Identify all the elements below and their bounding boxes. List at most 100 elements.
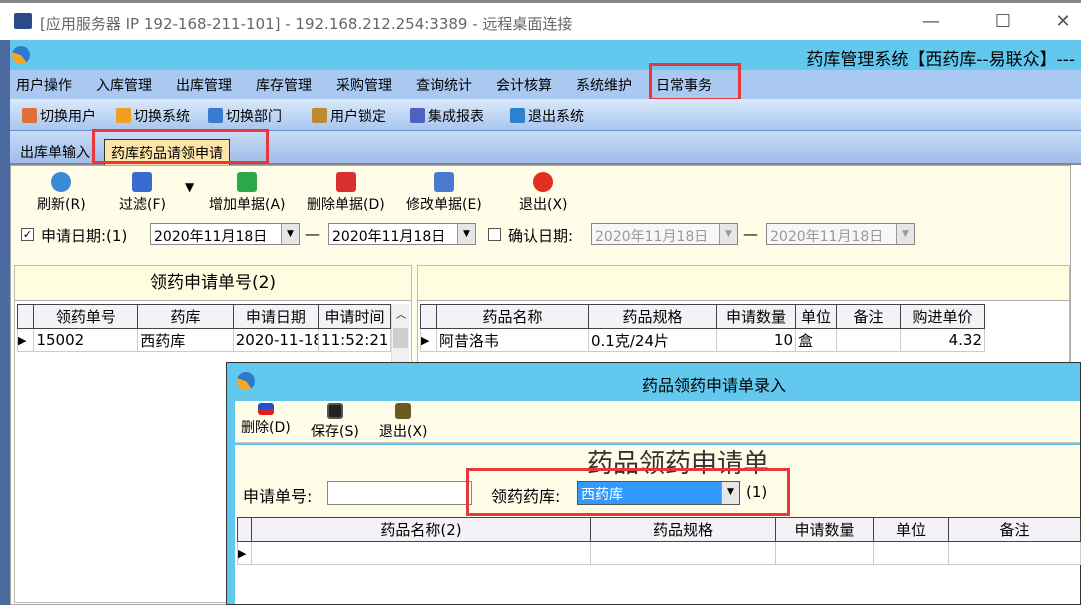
rdp-window-title: [应用服务器 IP 192-168-211-101] - 192.168.212… [40, 15, 573, 33]
column-header[interactable]: 申请数量 [775, 517, 874, 542]
refresh-icon [51, 172, 72, 192]
exit-icon [533, 172, 554, 192]
report-button[interactable]: 集成报表 [410, 106, 484, 126]
date-filter-row: ✓ 申请日期:(1) 2020年11月18日 ▼ — 2020年11月18日 ▼ 确… [11, 222, 1070, 250]
menu-item[interactable]: 会计核算 [496, 75, 552, 95]
filter-icon [132, 172, 153, 192]
grid-header-row: 领药单号 药库 申请日期 申请时间 [16, 304, 391, 329]
grid-header-row: 药品名称 药品规格 申请数量 单位 备注 购进单价 [420, 304, 985, 329]
confirm-date-checkbox[interactable] [488, 228, 501, 241]
report-icon [410, 108, 425, 123]
column-header[interactable]: 申请日期 [232, 304, 320, 329]
menu-item[interactable]: 采购管理 [336, 75, 392, 95]
column-header[interactable]: 药品名称(2) [251, 517, 591, 542]
switch-department-button[interactable]: 切换部门 [208, 106, 282, 126]
column-header[interactable]: 申请时间 [318, 304, 391, 329]
switch-system-button[interactable]: 切换系统 [116, 106, 190, 126]
column-header[interactable]: 备注 [948, 517, 1081, 542]
column-header[interactable]: 药品规格 [590, 517, 776, 542]
table-row[interactable]: ▶ 15002 西药库 2020-11-18 11:52:21 [16, 328, 391, 352]
chevron-down-icon[interactable]: ▼ [281, 224, 299, 244]
column-header[interactable]: 领药单号 [33, 304, 139, 329]
column-header[interactable]: 药品名称 [436, 304, 589, 329]
column-header[interactable]: 药库 [137, 304, 234, 329]
delete-row-button[interactable]: 删除(D) [241, 403, 291, 437]
close-icon[interactable]: ✕ [1048, 11, 1078, 35]
menu-item[interactable]: 库存管理 [256, 75, 312, 95]
rdp-monitor-icon [14, 13, 32, 29]
add-document-icon [237, 172, 258, 192]
delete-document-button[interactable]: 删除单据(D) [307, 172, 385, 214]
exit-system-button[interactable]: 退出系统 [510, 106, 584, 126]
table-row[interactable]: ▶ [237, 541, 1081, 565]
save-button[interactable]: 保存(S) [311, 403, 359, 441]
chevron-down-icon[interactable]: ▼ [457, 224, 475, 244]
switch-department-icon [208, 108, 223, 123]
menu-item[interactable]: 系统维护 [576, 75, 632, 95]
edit-document-icon [433, 172, 454, 192]
column-header[interactable]: 申请数量 [716, 304, 796, 329]
apply-date-label: 申请日期:(1) [41, 227, 128, 245]
switch-system-icon [116, 108, 131, 123]
apply-date-from[interactable]: 2020年11月18日 ▼ [150, 223, 300, 245]
table-row[interactable]: ▶ 阿昔洛韦 0.1克/24片 10 盒 4.32 [420, 328, 985, 352]
switch-user-icon [22, 108, 37, 123]
chevron-down-icon[interactable]: ▼ [719, 224, 737, 244]
menu-item[interactable]: 入库管理 [96, 75, 152, 95]
menu-item[interactable]: 查询统计 [416, 75, 472, 95]
column-header[interactable]: 购进单价 [900, 304, 985, 329]
dialog-title: 药品领药申请单录入 [642, 376, 787, 395]
switch-user-button[interactable]: 切换用户 [22, 106, 96, 126]
tab-outbound-entry[interactable]: 出库单输入 [14, 139, 96, 165]
row-indicator-icon: ▶ [420, 328, 437, 352]
request-detail-grid: 药品名称 药品规格 申请数量 单位 备注 购进单价 ▶ 阿昔洛韦 0.1克/24… [420, 304, 985, 352]
highlight-box [466, 468, 790, 516]
menu-item[interactable]: 出库管理 [176, 75, 232, 95]
maximize-icon[interactable]: ☐ [988, 11, 1018, 35]
rdp-title-bar: [应用服务器 IP 192-168-211-101] - 192.168.212… [0, 0, 1081, 40]
dialog-title-bar[interactable]: 药品领药申请单录入 [227, 363, 1080, 401]
drug-entry-grid-area: 药品名称(2) 药品规格 申请数量 单位 备注 ▶ [235, 517, 1081, 604]
row-indicator-icon: ▶ [237, 541, 252, 565]
date-separator: — [743, 225, 758, 243]
user-lock-button[interactable]: 用户锁定 [312, 106, 386, 126]
grid-header-row: 药品名称(2) 药品规格 申请数量 单位 备注 [237, 517, 1081, 542]
dialog-toolbar: 删除(D) 保存(S) 退出(X) [235, 401, 1080, 443]
scrollbar-thumb[interactable] [393, 328, 408, 348]
exit-button[interactable]: 退出(X) [519, 172, 568, 214]
column-header[interactable]: 备注 [836, 304, 901, 329]
date-separator: — [305, 225, 320, 243]
refresh-button[interactable]: 刷新(R) [37, 172, 86, 214]
highlight-box [92, 129, 269, 164]
menu-bar: 用户操作 入库管理 出库管理 库存管理 采购管理 查询统计 会计核算 系统维护 … [10, 70, 1081, 99]
column-header[interactable]: 药品规格 [588, 304, 717, 329]
save-icon [326, 403, 343, 419]
apply-no-label: 申请单号: [243, 487, 313, 506]
highlight-box [649, 63, 741, 101]
background-desktop [0, 40, 10, 605]
chevron-down-icon[interactable]: ▼ [896, 224, 914, 244]
apply-date-checkbox[interactable]: ✓ [21, 228, 34, 241]
apply-no-input[interactable] [327, 481, 472, 505]
app-title-bar: 药库管理系统【西药库--易联众】--- [10, 40, 1081, 70]
filter-dropdown-icon[interactable]: ▼ [185, 180, 194, 194]
filter-button[interactable]: 过滤(F) [119, 172, 166, 214]
dialog-exit-button[interactable]: 退出(X) [379, 403, 428, 441]
column-header[interactable]: 单位 [795, 304, 837, 329]
request-detail-header [418, 266, 1069, 301]
confirm-date-label: 确认日期: [508, 227, 574, 245]
add-document-button[interactable]: 增加单据(A) [209, 172, 286, 214]
edit-document-button[interactable]: 修改单据(E) [406, 172, 482, 214]
request-list-header: 领药申请单号(2) [15, 266, 411, 301]
dialog-logo-icon [237, 372, 255, 390]
exit-door-icon [395, 403, 412, 419]
row-indicator-icon: ▶ [16, 328, 35, 352]
drug-entry-grid: 药品名称(2) 药品规格 申请数量 单位 备注 ▶ [237, 517, 1081, 565]
minimize-icon[interactable]: — [916, 11, 946, 35]
column-header[interactable]: 单位 [873, 517, 949, 542]
confirm-date-to[interactable]: 2020年11月18日 ▼ [766, 223, 915, 245]
apply-date-to[interactable]: 2020年11月18日 ▼ [328, 223, 476, 245]
scroll-up-icon[interactable]: ︿ [396, 306, 406, 321]
confirm-date-from[interactable]: 2020年11月18日 ▼ [591, 223, 738, 245]
menu-item[interactable]: 用户操作 [16, 75, 72, 95]
